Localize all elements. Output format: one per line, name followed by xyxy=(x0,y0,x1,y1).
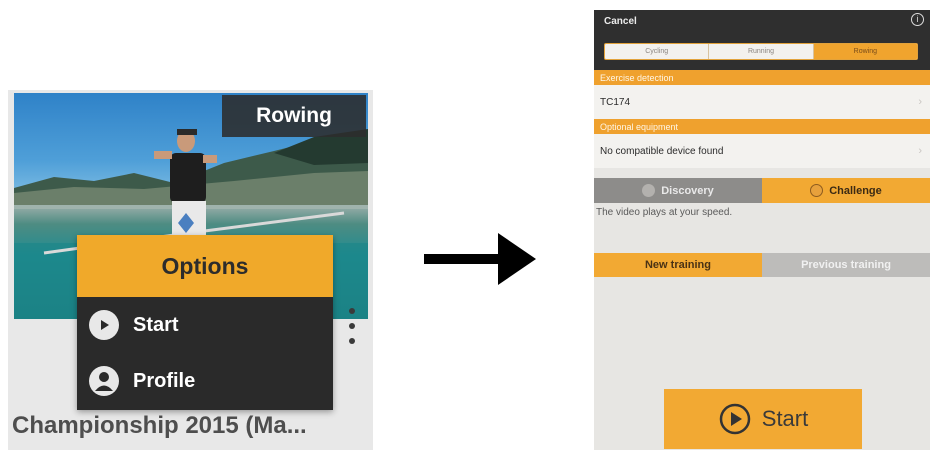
info-icon[interactable]: i xyxy=(911,13,924,26)
options-menu: Options Start Profile xyxy=(77,235,333,410)
exercise-detection-value: TC174 xyxy=(600,96,631,108)
exercise-detection-row[interactable]: TC174 › xyxy=(594,85,930,119)
start-button[interactable]: Start xyxy=(664,389,862,449)
mode-discovery[interactable]: Discovery xyxy=(594,178,762,203)
sport-tabs: Cycling Running Rowing xyxy=(604,43,918,60)
tab-cycling[interactable]: Cycling xyxy=(605,44,710,59)
play-icon xyxy=(89,310,119,340)
mode-description: The video plays at your speed. xyxy=(596,207,733,218)
optional-equipment-header: Optional equipment xyxy=(594,119,930,134)
tab-rowing[interactable]: Rowing xyxy=(813,44,917,59)
cancel-button[interactable]: Cancel xyxy=(604,16,637,27)
menu-item-start[interactable]: Start xyxy=(77,297,333,353)
trophy-icon xyxy=(810,184,824,197)
mode-challenge[interactable]: Challenge xyxy=(762,178,930,203)
sport-label: Rowing xyxy=(222,95,366,137)
new-training-button[interactable]: New training xyxy=(594,253,762,277)
video-card[interactable]: Rowing Championship 2015 (Ma... Options … xyxy=(8,90,373,450)
training-setup-screen: Cancel i Cycling Running Rowing Exercise… xyxy=(594,10,930,450)
chevron-right-icon: › xyxy=(918,96,922,108)
right-arrow-icon xyxy=(424,233,536,285)
optional-equipment-row[interactable]: No compatible device found › xyxy=(594,134,930,168)
menu-item-label: Profile xyxy=(133,369,196,392)
mode-selector: Discovery Challenge xyxy=(594,178,930,203)
start-label: Start xyxy=(761,406,809,431)
video-title: Championship 2015 (Ma... xyxy=(12,412,307,439)
chevron-right-icon: › xyxy=(918,145,922,157)
user-icon xyxy=(89,366,119,396)
optional-equipment-value: No compatible device found xyxy=(600,145,724,157)
training-selector: New training Previous training xyxy=(594,253,930,277)
previous-training-button[interactable]: Previous training xyxy=(762,253,930,277)
play-circle-icon xyxy=(719,403,751,435)
star-icon xyxy=(642,184,656,197)
exercise-detection-header: Exercise detection xyxy=(594,70,930,85)
more-options-icon[interactable] xyxy=(347,308,357,344)
mode-label: Discovery xyxy=(661,184,714,197)
mode-label: Challenge xyxy=(829,184,882,197)
top-bar: Cancel i Cycling Running Rowing xyxy=(594,10,930,70)
menu-item-profile[interactable]: Profile xyxy=(77,353,333,409)
tab-running[interactable]: Running xyxy=(709,44,814,59)
menu-item-label: Start xyxy=(133,313,179,336)
options-menu-header: Options xyxy=(77,235,333,297)
